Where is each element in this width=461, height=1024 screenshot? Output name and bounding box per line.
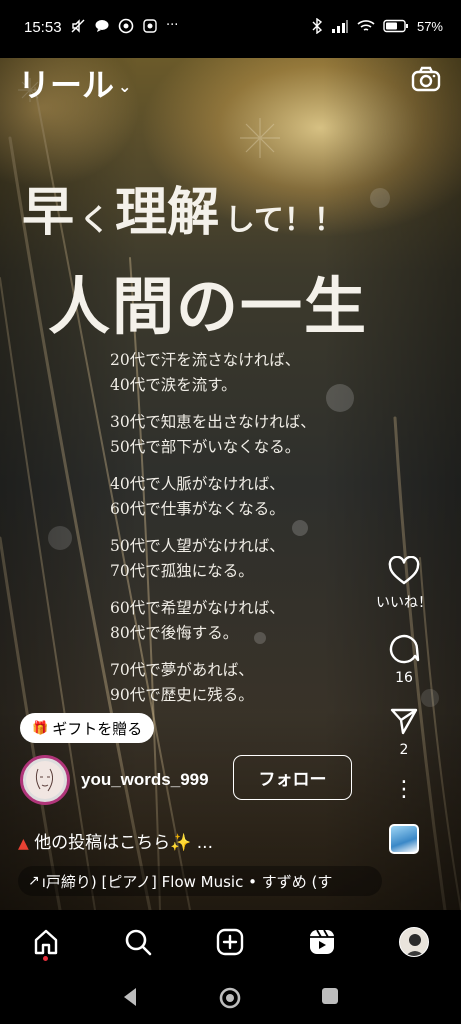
nav-search[interactable] <box>122 926 154 958</box>
camera-icon[interactable] <box>411 66 441 92</box>
comment-count: 16 <box>395 670 413 686</box>
chevron-down-icon: ⌄ <box>118 76 132 96</box>
comment-button[interactable]: 16 <box>388 632 420 686</box>
reel-headline-1: 早 く 理解 して！！ <box>22 182 344 243</box>
mute-icon <box>71 19 85 33</box>
status-time: 15:53 <box>24 19 62 36</box>
gift-icon: 🎁 <box>32 720 49 736</box>
bottom-nav <box>0 910 461 972</box>
heart-icon <box>388 556 420 585</box>
share-count: 2 <box>399 742 409 758</box>
plus-square-icon <box>216 928 244 956</box>
more-vertical-icon[interactable]: ⋮ <box>393 779 415 801</box>
reel-actions: いいね！ 16 2 ⋮ <box>371 556 437 854</box>
reel-caption[interactable]: ▲ 他の投稿はこちら✨ ... <box>18 828 213 853</box>
home-circle-icon[interactable] <box>218 986 242 1010</box>
search-icon <box>125 929 152 956</box>
nav-profile[interactable] <box>398 926 430 958</box>
notification-dot <box>43 956 48 961</box>
quote-block: 60代で希望がなければ、 80代で後悔する。 <box>110 599 285 642</box>
status-icons-right: 57% <box>311 18 443 34</box>
bluetooth-icon <box>312 18 323 34</box>
recents-icon[interactable] <box>320 986 340 1006</box>
nav-home[interactable] <box>30 926 62 958</box>
reel-video[interactable]: リール ⌄ 早 く 理解 して！！ 人間の一生 20代で汗を流さなければ、 40… <box>0 58 461 910</box>
quote-block: 30代で知恵を出さなければ、 50代で部下がいなくなる。 <box>110 413 316 456</box>
music-thumbnail[interactable] <box>389 824 419 854</box>
follow-button[interactable]: フォロー <box>233 755 352 800</box>
like-button[interactable]: いいね！ <box>376 556 432 612</box>
comment-icon <box>389 634 420 664</box>
status-bar: 15:53 ··· 57% <box>0 0 461 58</box>
like-label: いいね！ <box>376 595 432 611</box>
battery-percent: 57% <box>416 18 443 34</box>
back-icon[interactable] <box>120 986 140 1008</box>
quote-block: 50代で人望がなければ、 70代で孤独になる。 <box>110 537 285 580</box>
chrome-icon <box>118 18 134 34</box>
music-info[interactable]: ↗ ı戸締り) [ピアノ] Flow Music • すずめ (す <box>18 866 382 896</box>
home-icon <box>34 929 58 955</box>
signal-icon <box>331 20 348 33</box>
more-dots-icon: ··· <box>166 18 179 33</box>
wifi-icon <box>357 20 375 31</box>
reel-quotes: 20代で汗を流さなければ、 40代で涙を流す。 30代で知恵を出さなければ、 5… <box>110 348 316 720</box>
quote-block: 70代で夢があれば、 90代で歴史に残る。 <box>110 661 254 704</box>
send-icon <box>390 708 418 735</box>
battery-icon <box>383 19 408 33</box>
app-icon <box>143 19 157 33</box>
author-row: you_words_999 フォロー <box>20 754 352 806</box>
nav-reels[interactable] <box>306 926 338 958</box>
avatar[interactable] <box>20 755 70 805</box>
reels-icon <box>310 929 334 954</box>
chat-icon <box>95 20 109 32</box>
red-triangle-icon: ▲ <box>18 836 29 852</box>
nav-create[interactable] <box>214 926 246 958</box>
system-nav <box>0 972 461 1024</box>
reel-headline-2: 人間の一生 <box>48 270 369 343</box>
profile-avatar <box>399 927 429 957</box>
share-button[interactable]: 2 <box>389 706 419 758</box>
author-username[interactable]: you_words_999 <box>81 770 209 790</box>
reels-title[interactable]: リール ⌄ <box>18 60 131 106</box>
trending-arrow-icon: ↗ <box>28 873 40 889</box>
quote-block: 40代で人脈がなければ、 60代で仕事がなくなる。 <box>110 475 285 518</box>
quote-block: 20代で汗を流さなければ、 40代で涙を流す。 <box>110 351 301 394</box>
status-icons-left: ··· <box>70 18 178 34</box>
gift-button[interactable]: 🎁 ギフトを贈る <box>20 713 155 743</box>
